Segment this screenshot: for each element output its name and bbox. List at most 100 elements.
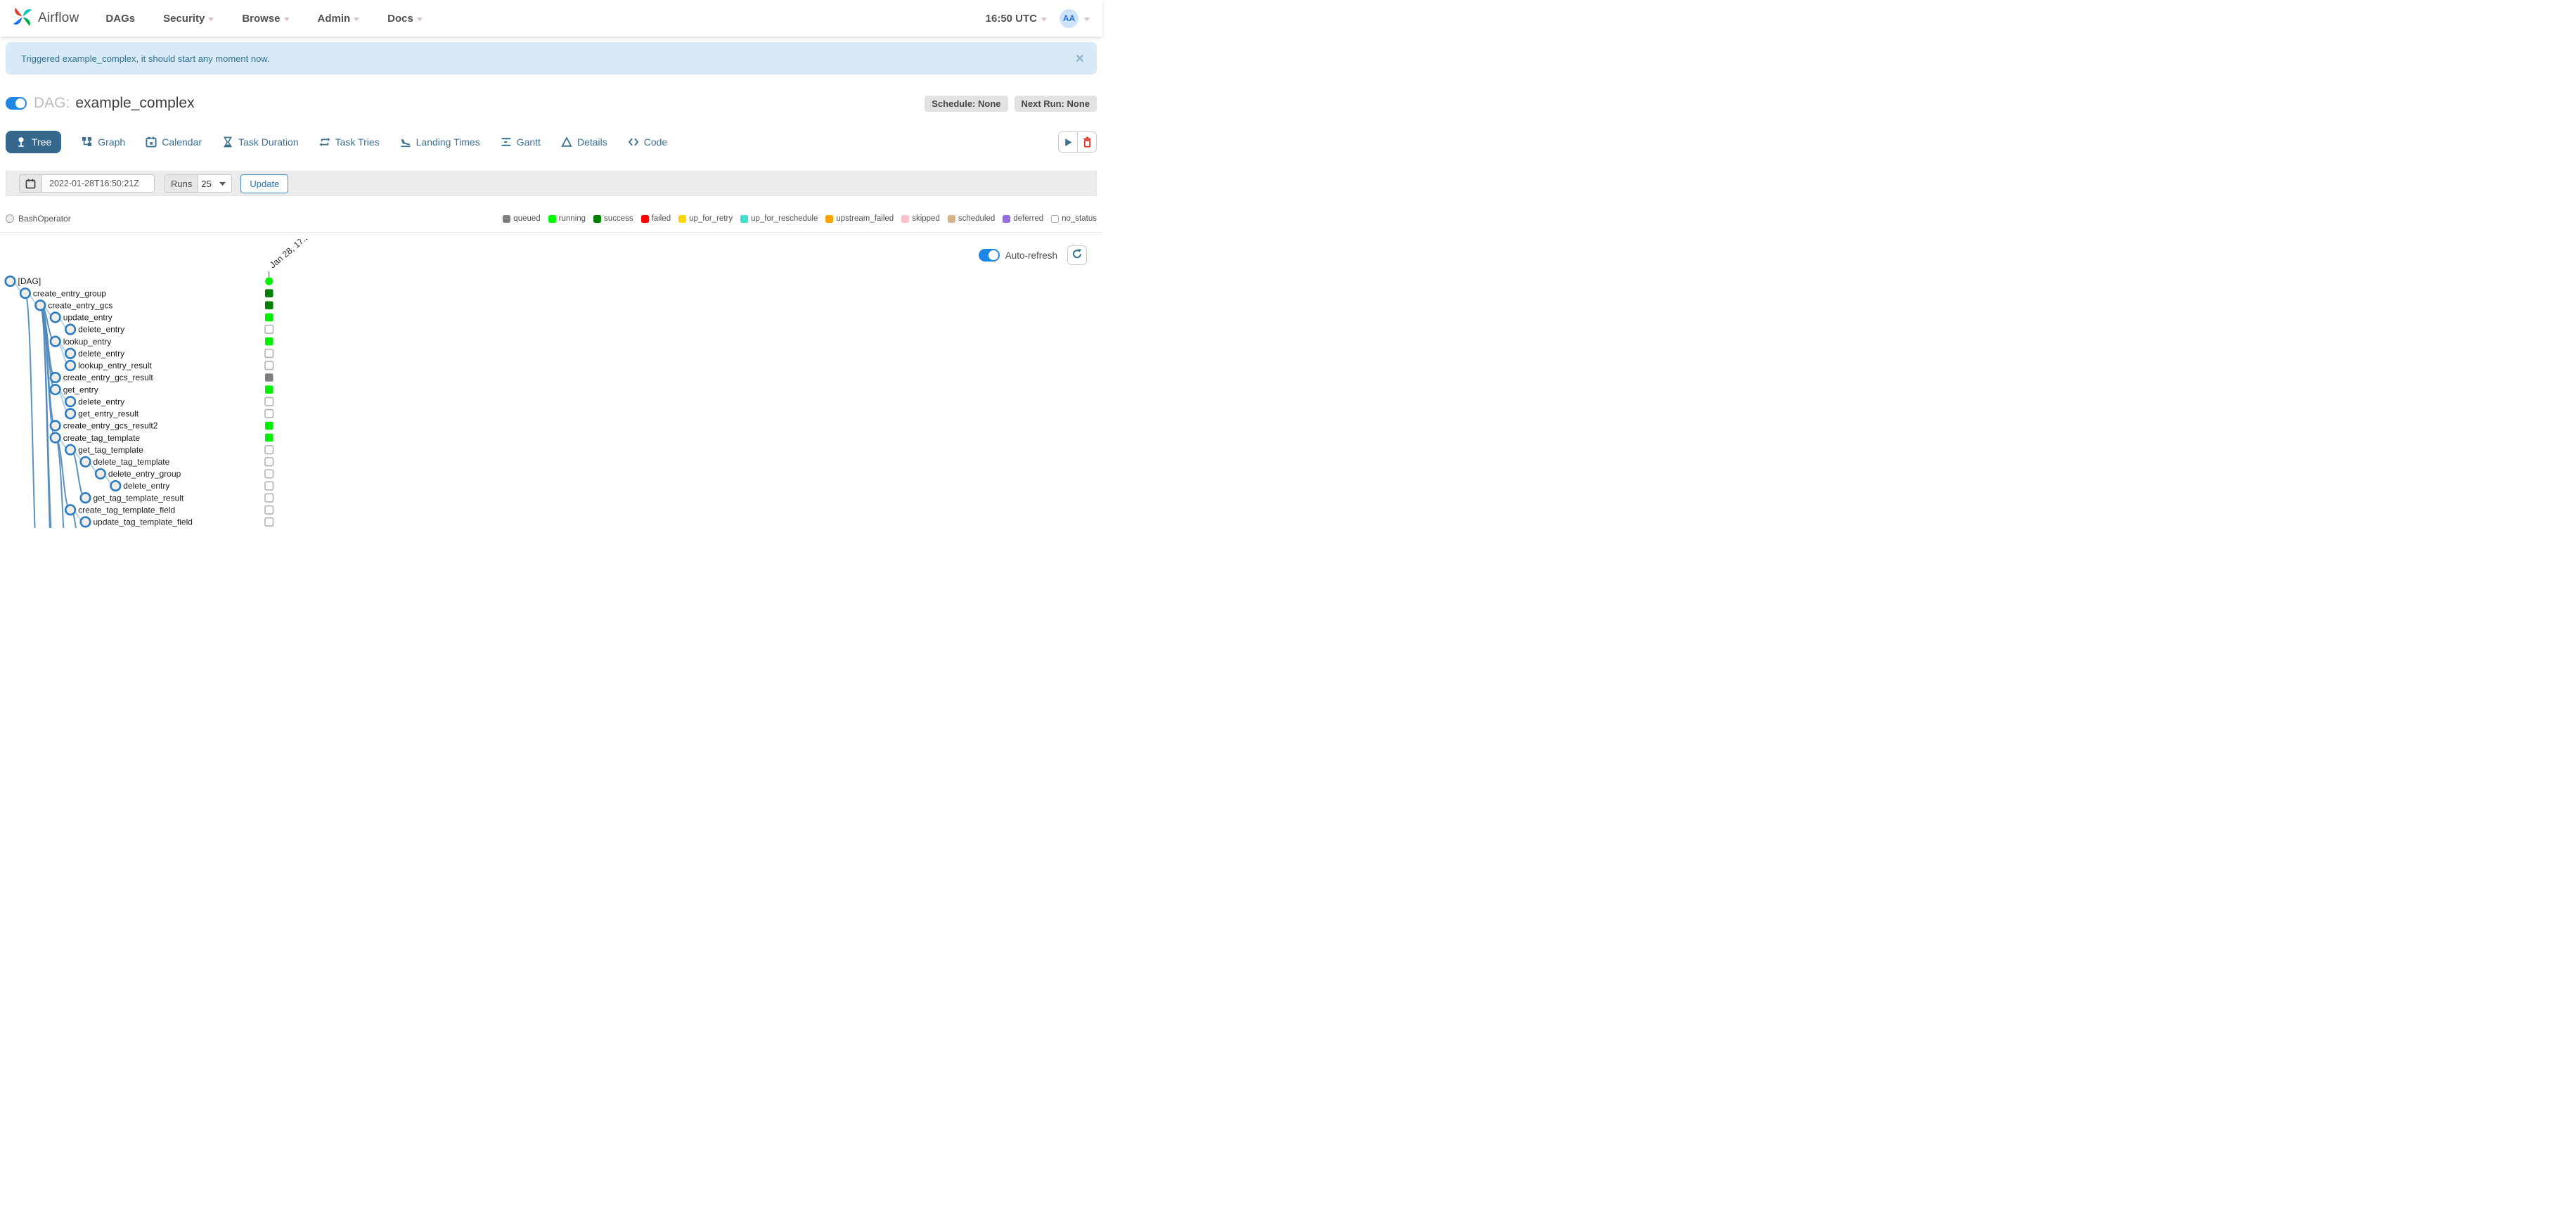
tree-node-label: create_entry_group xyxy=(33,288,106,298)
legend-swatch xyxy=(548,214,556,223)
legend-swatch xyxy=(593,214,602,223)
task-status-square-running[interactable] xyxy=(265,337,273,346)
airflow-brand[interactable]: Airflow xyxy=(11,6,79,32)
tree-node-label: delete_entry xyxy=(78,397,124,406)
nav-item-label: Docs xyxy=(387,12,413,25)
tree-node-get_tag_template[interactable] xyxy=(64,444,77,456)
calendar-addon-icon xyxy=(19,174,42,193)
task-status-square-no_status[interactable] xyxy=(264,349,274,359)
task-status-square-no_status[interactable] xyxy=(264,493,274,503)
tree-node-update_entry[interactable] xyxy=(49,311,61,323)
task-status-square-success[interactable] xyxy=(265,289,273,297)
tree-node-lookup_entry_result[interactable] xyxy=(64,359,77,371)
task-status-square-no_status[interactable] xyxy=(264,481,274,491)
num-runs-select[interactable]: 25 xyxy=(198,174,233,193)
tree-node-dag[interactable] xyxy=(4,275,16,288)
tree-node-create_entry_group[interactable] xyxy=(19,288,32,299)
task-status-square-no_status[interactable] xyxy=(264,397,274,406)
task-status-square-running[interactable] xyxy=(265,313,273,322)
task-status-square-no_status[interactable] xyxy=(264,361,274,370)
nav-item-label: DAGs xyxy=(105,12,136,25)
tree-node-delete_entry[interactable] xyxy=(110,479,122,492)
base-date-input[interactable] xyxy=(42,174,155,193)
hourglass-icon xyxy=(222,136,233,148)
tree-node-lookup_entry[interactable] xyxy=(49,335,61,347)
task-status-square-queued[interactable] xyxy=(265,373,273,382)
utc-clock-dropdown[interactable]: 16:50 UTC xyxy=(986,13,1047,25)
legend-swatch xyxy=(901,214,910,223)
chevron-down-icon xyxy=(416,17,423,21)
dag-pause-toggle[interactable] xyxy=(6,97,27,110)
trigger-dag-button[interactable] xyxy=(1058,131,1078,153)
tree-node-delete_tag_template[interactable] xyxy=(79,456,91,468)
close-icon[interactable]: × xyxy=(1076,51,1084,66)
nav-item-label: Browse xyxy=(242,12,281,25)
tree-node-create_entry_gcs_result[interactable] xyxy=(49,371,61,384)
auto-refresh-label: Auto-refresh xyxy=(1005,250,1057,261)
legend-item-queued: queued xyxy=(503,214,541,223)
tree-node-get_tag_template_result[interactable] xyxy=(79,492,91,504)
chevron-down-icon xyxy=(283,17,290,21)
legend-item-success: success xyxy=(593,214,633,223)
user-avatar[interactable]: AA xyxy=(1060,8,1078,28)
tab-calendar[interactable]: Calendar xyxy=(146,136,202,148)
tab-task-duration[interactable]: Task Duration xyxy=(222,136,299,148)
legend-label: scheduled xyxy=(958,214,996,223)
update-button[interactable]: Update xyxy=(240,174,289,193)
tab-task-tries[interactable]: Task Tries xyxy=(319,136,380,148)
nav-item-dags[interactable]: DAGs xyxy=(105,13,135,25)
tab-code[interactable]: Code xyxy=(628,136,667,148)
delete-dag-button[interactable] xyxy=(1077,131,1097,153)
tree-node-delete_entry_group[interactable] xyxy=(94,468,106,480)
chevron-down-icon[interactable] xyxy=(1084,17,1090,21)
tree-node-get_entry[interactable] xyxy=(49,383,61,396)
task-status-square-running[interactable] xyxy=(265,421,273,430)
tab-landing-times[interactable]: Landing Times xyxy=(400,136,480,148)
tree-node-delete_entry[interactable] xyxy=(64,347,77,359)
tree-node-create_tag_template_field[interactable] xyxy=(64,504,77,516)
task-status-square-no_status[interactable] xyxy=(264,457,274,467)
tree-node-delete_entry[interactable] xyxy=(64,396,77,408)
refresh-button[interactable] xyxy=(1067,245,1087,265)
tree-node-create_tag_template[interactable] xyxy=(49,432,61,444)
retry-icon xyxy=(319,136,330,148)
task-status-square-running[interactable] xyxy=(265,433,273,442)
status-legend: queued running success failed up_for_retry up… xyxy=(503,214,1097,223)
nav-item-admin[interactable]: Admin xyxy=(318,13,360,25)
tree-node-get_entry_result[interactable] xyxy=(64,408,77,420)
legend-swatch xyxy=(825,214,834,223)
tree-node-label: create_entry_gcs_result xyxy=(63,373,154,382)
tab-tree[interactable]: Tree xyxy=(6,131,62,153)
task-status-square-no_status[interactable] xyxy=(264,517,274,527)
task-status-square-success[interactable] xyxy=(265,301,273,309)
tree-node-update_tag_template_field[interactable] xyxy=(79,516,91,528)
nav-item-browse[interactable]: Browse xyxy=(242,12,290,25)
nav-item-security[interactable]: Security xyxy=(163,13,214,25)
tab-label: Tree xyxy=(32,136,52,148)
auto-refresh-controls: Auto-refresh xyxy=(978,245,1087,265)
tab-gantt[interactable]: Gantt xyxy=(501,136,541,148)
tree-node-label: delete_entry xyxy=(123,481,169,491)
task-status-square-running[interactable] xyxy=(265,385,273,394)
task-status-square-no_status[interactable] xyxy=(264,469,274,479)
tree-node-create_entry_gcs_result2[interactable] xyxy=(49,420,61,432)
tab-label: Calendar xyxy=(162,136,202,148)
legend-swatch xyxy=(503,214,511,223)
task-status-square-no_status[interactable] xyxy=(264,445,274,455)
legend-label: queued xyxy=(513,214,541,223)
dag-run-status-circle[interactable] xyxy=(265,277,273,285)
alert-message: Triggered example_complex, it should sta… xyxy=(21,53,270,64)
task-status-square-no_status[interactable] xyxy=(264,505,274,515)
tree-node-delete_entry[interactable] xyxy=(64,323,77,335)
task-status-square-no_status[interactable] xyxy=(264,408,274,418)
tab-graph[interactable]: Graph xyxy=(82,136,125,148)
nav-item-docs[interactable]: Docs xyxy=(387,13,423,25)
tab-details[interactable]: Details xyxy=(561,136,607,148)
legend-item-skipped: skipped xyxy=(901,214,940,223)
dag-title: example_complex xyxy=(75,95,195,111)
tab-label: Gantt xyxy=(516,136,541,148)
auto-refresh-toggle[interactable] xyxy=(978,249,1000,262)
tree-node-create_entry_gcs[interactable] xyxy=(34,299,46,311)
task-status-square-no_status[interactable] xyxy=(264,324,274,335)
tree-node-label: update_entry xyxy=(63,313,112,323)
